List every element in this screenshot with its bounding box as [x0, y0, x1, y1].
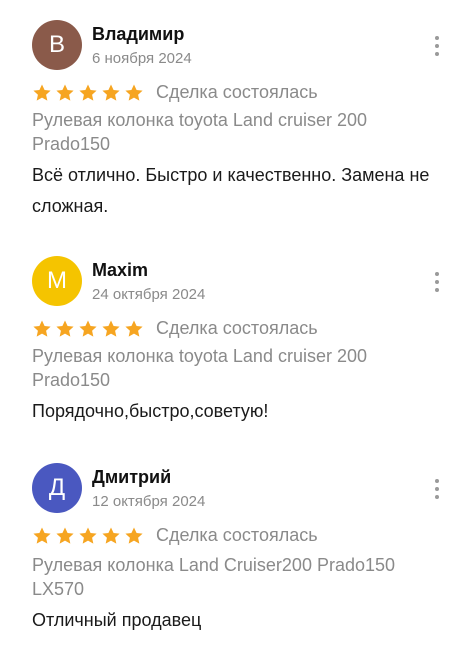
- review-date: 12 октября 2024: [92, 493, 206, 510]
- rating-row: Сделка состоялась: [32, 525, 318, 546]
- star-icon: [79, 84, 97, 101]
- star-rating: [32, 526, 144, 546]
- review-date: 6 ноября 2024: [92, 50, 192, 67]
- product-name[interactable]: Рулевая колонка Land Cruiser200 Prado150…: [32, 553, 442, 601]
- star-icon: [125, 84, 143, 101]
- star-rating: [32, 319, 144, 339]
- reviewer-name[interactable]: Владимир: [92, 24, 184, 45]
- product-name[interactable]: Рулевая колонка toyota Land cruiser 200 …: [32, 108, 442, 156]
- star-icon: [79, 527, 97, 544]
- star-icon: [125, 320, 143, 337]
- deal-status: Сделка состоялась: [156, 82, 318, 102]
- review-text: Отличный продавец: [32, 610, 202, 630]
- star-icon: [102, 320, 120, 337]
- avatar-letter: В: [48, 31, 65, 58]
- star-icon: [125, 527, 143, 544]
- star-icon: [33, 527, 51, 544]
- star-icon: [56, 84, 74, 101]
- star-icon: [33, 320, 51, 337]
- deal-status: Сделка состоялась: [156, 318, 318, 338]
- avatar[interactable]: M: [32, 256, 82, 306]
- avatar-letter: Д: [48, 474, 66, 501]
- product-name[interactable]: Рулевая колонка toyota Land cruiser 200 …: [32, 344, 442, 392]
- deal-status: Сделка состоялась: [156, 525, 318, 545]
- reviewer-name[interactable]: Maxim: [92, 260, 148, 281]
- review-date: 24 октября 2024: [92, 286, 206, 303]
- more-options-icon[interactable]: [429, 477, 445, 501]
- more-options-icon[interactable]: [429, 34, 445, 58]
- star-icon: [33, 84, 51, 101]
- star-icon: [79, 320, 97, 337]
- review-text: Порядочно,быстро,советую!: [32, 401, 269, 421]
- more-options-icon[interactable]: [429, 270, 445, 294]
- rating-row: Сделка состоялась: [32, 318, 318, 339]
- avatar-letter: M: [47, 267, 67, 294]
- rating-row: Сделка состоялась: [32, 82, 318, 103]
- star-icon: [56, 527, 74, 544]
- review-text: Всё отлично. Быстро и качественно. Замен…: [32, 165, 430, 216]
- star-icon: [56, 320, 74, 337]
- star-icon: [102, 84, 120, 101]
- star-icon: [102, 527, 120, 544]
- star-rating: [32, 83, 144, 103]
- avatar[interactable]: В: [32, 20, 82, 70]
- avatar[interactable]: Д: [32, 463, 82, 513]
- reviewer-name[interactable]: Дмитрий: [92, 467, 171, 488]
